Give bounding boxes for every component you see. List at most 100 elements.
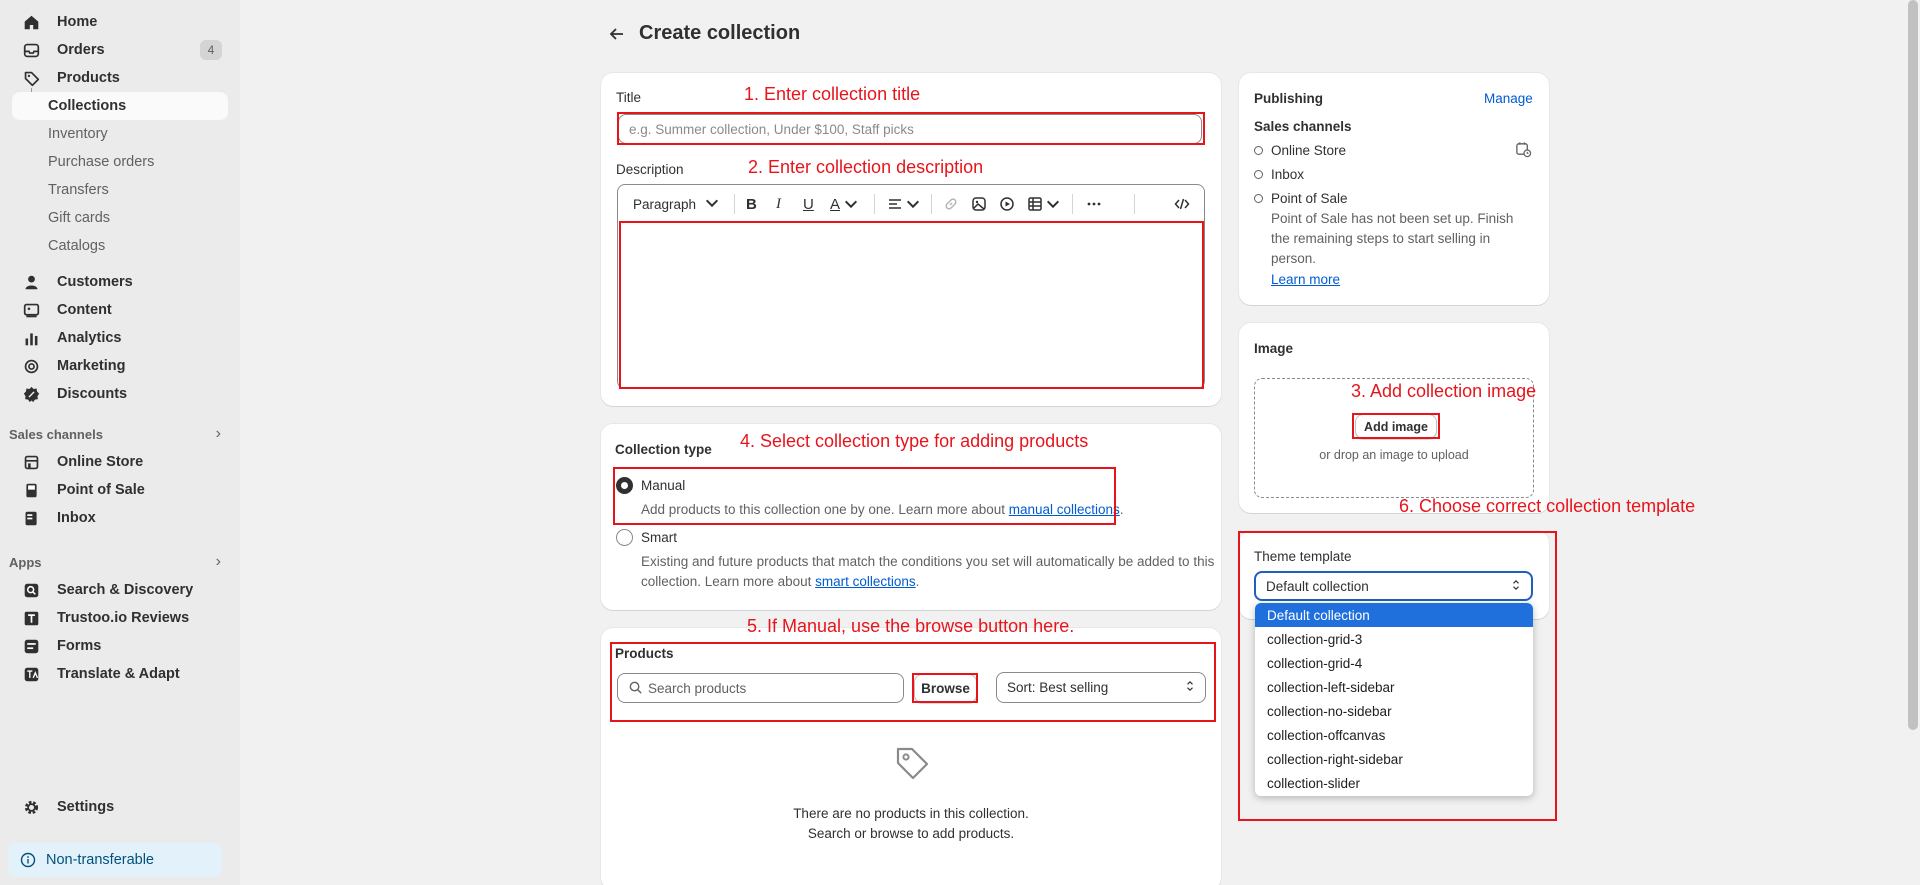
sidebar-item-search-discovery[interactable]: Search & Discovery <box>12 576 228 604</box>
underline-icon[interactable]: U <box>803 195 814 213</box>
target-icon <box>21 356 41 376</box>
sidebar-item-purchase-orders[interactable]: Purchase orders <box>12 148 228 176</box>
pos-icon <box>21 480 41 500</box>
sidebar-item-home[interactable]: Home <box>12 8 228 36</box>
sidebar-item-orders[interactable]: Orders 4 <box>12 36 228 64</box>
smart-description-line-2: collection. Learn more about smart colle… <box>641 574 920 589</box>
page-title: Create collection <box>639 22 801 44</box>
page-scrollbar[interactable] <box>1908 0 1918 730</box>
chevron-down-icon <box>704 195 720 214</box>
sidebar-item-online-store[interactable]: Online Store <box>12 448 228 476</box>
smart-collections-link[interactable]: smart collections <box>815 574 916 589</box>
bar-chart-icon <box>21 328 41 348</box>
sidebar-item-label: Translate & Adapt <box>57 666 180 682</box>
sidebar-item-settings[interactable]: Settings <box>12 793 228 821</box>
sidebar-item-trustoo[interactable]: Trustoo.io Reviews <box>12 604 228 632</box>
pos-note-line-2: the remaining steps to start selling in <box>1271 231 1491 246</box>
paragraph-format-select[interactable]: Paragraph <box>633 195 720 213</box>
text-color-icon[interactable]: A <box>830 195 859 213</box>
annotation-2: 2. Enter collection description <box>748 157 984 177</box>
calendar-schedule-icon[interactable] <box>1515 141 1532 163</box>
chevron-right-icon: › <box>215 425 221 442</box>
sidebar-item-customers[interactable]: Customers <box>12 268 228 296</box>
search-app-icon <box>21 580 41 600</box>
sidebar-item-label: Catalogs <box>48 238 106 254</box>
align-icon[interactable] <box>887 195 921 213</box>
sidebar-item-label: Purchase orders <box>48 154 155 170</box>
apps-header[interactable]: Apps › <box>9 552 229 572</box>
sidebar-item-label: Forms <box>57 638 102 654</box>
empty-state-line-1: There are no products in this collection… <box>793 806 1029 821</box>
italic-icon[interactable]: I <box>776 195 781 213</box>
sales-channels-label: Sales channels <box>1254 119 1352 134</box>
sidebar-item-translate[interactable]: Translate & Adapt <box>12 660 228 688</box>
toolbar-divider <box>1134 194 1135 214</box>
sidebar-item-analytics[interactable]: Analytics <box>12 324 228 352</box>
collection-type-label: Collection type <box>615 442 712 457</box>
section-label: Sales channels <box>9 426 103 442</box>
trustoo-icon <box>21 608 41 628</box>
manage-link[interactable]: Manage <box>1484 91 1533 106</box>
sidebar-item-products[interactable]: Products <box>12 64 228 92</box>
annotation-box-theme-template <box>1238 531 1557 821</box>
sidebar-item-label: Analytics <box>57 330 122 346</box>
toolbar-divider <box>734 194 735 214</box>
sidebar-item-label: Discounts <box>57 386 128 402</box>
sidebar-item-label: Search & Discovery <box>57 582 194 598</box>
sidebar-item-label: Products <box>57 70 120 86</box>
channel-label: Online Store <box>1271 143 1347 158</box>
table-insert-icon[interactable] <box>1027 195 1061 213</box>
sidebar-item-forms[interactable]: Forms <box>12 632 228 660</box>
publishing-label: Publishing <box>1254 91 1323 106</box>
non-transferable-badge[interactable]: Non-transferable <box>8 843 222 877</box>
empty-state-line-2: Search or browse to add products. <box>807 826 1015 841</box>
chevron-right-icon: › <box>215 553 221 570</box>
smart-desc-text: collection. Learn more about <box>641 574 816 589</box>
orders-count-badge: 4 <box>200 40 222 60</box>
sidebar-item-point-of-sale[interactable]: Point of Sale <box>12 476 228 504</box>
store-icon <box>21 452 41 472</box>
sidebar-item-catalogs[interactable]: Catalogs <box>12 232 228 260</box>
smart-radio[interactable] <box>616 529 633 546</box>
sidebar-item-content[interactable]: Content <box>12 296 228 324</box>
sidebar-item-label: Inbox <box>57 510 96 526</box>
sidebar-item-transfers[interactable]: Transfers <box>12 176 228 204</box>
status-dot-icon <box>1254 146 1263 155</box>
annotation-box-title <box>617 112 1205 145</box>
sidebar-item-inbox[interactable]: Inbox <box>12 504 228 532</box>
image-content-icon <box>21 300 41 320</box>
annotation-box-collection-type <box>613 467 1116 525</box>
code-view-icon[interactable] <box>1174 195 1190 213</box>
sidebar-item-label: Home <box>57 14 98 30</box>
pos-note-line-3: person. <box>1271 251 1317 266</box>
back-arrow-icon[interactable] <box>607 24 627 44</box>
title-label: Title <box>616 90 642 105</box>
bold-icon[interactable]: B <box>746 195 757 213</box>
annotation-3: 3. Add collection image <box>1351 381 1537 401</box>
image-insert-icon[interactable] <box>971 195 987 213</box>
channel-label: Inbox <box>1271 167 1305 182</box>
sidebar-item-inventory[interactable]: Inventory <box>12 120 228 148</box>
more-options-icon[interactable] <box>1086 195 1102 213</box>
sidebar-item-gift-cards[interactable]: Gift cards <box>12 204 228 232</box>
sidebar-item-collections[interactable]: Collections <box>12 92 228 120</box>
sidebar-item-label: Transfers <box>48 182 109 198</box>
paragraph-label: Paragraph <box>633 196 697 212</box>
sidebar-item-marketing[interactable]: Marketing <box>12 352 228 380</box>
learn-more-link[interactable]: Learn more <box>1271 270 1340 290</box>
forms-icon <box>21 636 41 656</box>
home-icon <box>21 12 41 32</box>
description-label: Description <box>616 162 684 177</box>
channel-point-of-sale: Point of Sale <box>1254 191 1348 206</box>
smart-label: Smart <box>641 530 678 545</box>
discount-badge-icon <box>21 384 41 404</box>
sales-channels-header[interactable]: Sales channels › <box>9 424 229 444</box>
non-transferable-label: Non-transferable <box>46 852 154 868</box>
link-icon[interactable] <box>943 195 959 213</box>
sidebar-item-label: Point of Sale <box>57 482 145 498</box>
sidebar-item-discounts[interactable]: Discounts <box>12 380 228 408</box>
sidebar-item-label: Trustoo.io Reviews <box>57 610 190 626</box>
annotation-5: 5. If Manual, use the browse button here… <box>747 616 1075 636</box>
sidebar-item-label: Collections <box>48 98 127 114</box>
video-insert-icon[interactable] <box>999 195 1015 213</box>
